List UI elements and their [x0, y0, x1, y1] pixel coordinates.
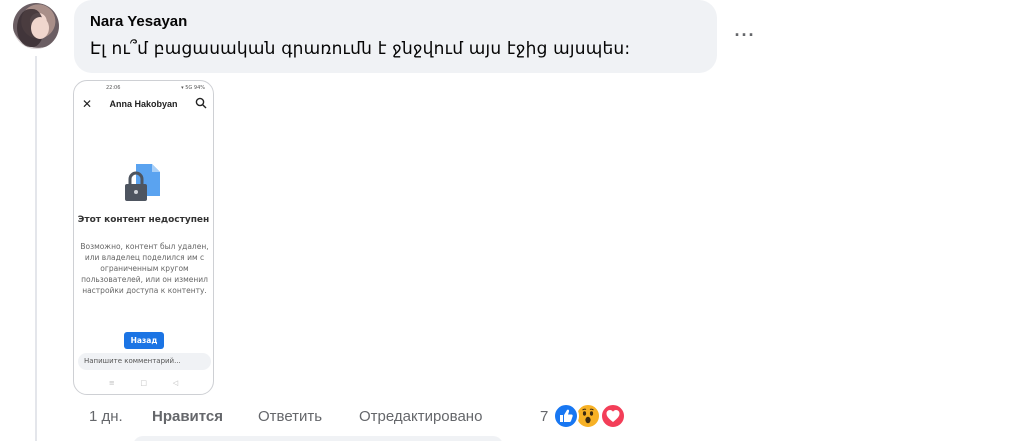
phone-nav-bar: ≡ □ ◁ [74, 379, 213, 387]
like-button[interactable]: Нравится [152, 408, 223, 426]
reactions-summary[interactable] [553, 403, 633, 429]
phone-unavailable-heading: Этот контент недоступен [77, 215, 210, 225]
attachment-image[interactable]: 22:06 ▾ 5G 94% ✕ Anna Hakobyan Этот конт… [73, 80, 214, 395]
thread-line [35, 56, 37, 441]
phone-unavailable-body: Возможно, контент был удален, или владел… [80, 242, 209, 295]
love-reaction-icon [600, 403, 626, 429]
next-comment-bubble [133, 436, 503, 441]
phone-search-icon [195, 97, 207, 109]
phone-nav-home: □ [140, 379, 148, 387]
locked-file-icon [125, 164, 160, 201]
edited-label[interactable]: Отредактировано [359, 408, 482, 426]
comment-author[interactable]: Nara Yesayan [90, 12, 703, 32]
like-reaction-icon [553, 403, 579, 429]
phone-back-button: Назад [124, 332, 164, 349]
reply-button[interactable]: Ответить [258, 408, 322, 426]
reaction-count[interactable]: 7 [540, 408, 548, 426]
comment-bubble: Nara Yesayan Էլ ու՞մ բացասական գրառումն … [74, 0, 717, 73]
comment-text: Էլ ու՞մ բացասական գրառումն է ջնջվում այս… [90, 39, 631, 59]
phone-comment-input: Напишите комментарий... [78, 353, 211, 370]
avatar[interactable] [13, 3, 59, 49]
more-options-icon[interactable]: ··· [730, 22, 760, 48]
phone-nav-back: ◁ [172, 379, 179, 387]
phone-status-bar: 22:06 ▾ 5G 94% [74, 85, 213, 93]
phone-nav-menu: ≡ [108, 379, 115, 387]
phone-status-time: 22:06 [106, 85, 121, 91]
phone-status-signal: ▾ 5G 94% [181, 85, 205, 91]
avatar-face [31, 17, 49, 39]
comment-timestamp[interactable]: 1 дн. [89, 408, 123, 426]
phone-profile-title: Anna Hakobyan [109, 99, 178, 109]
